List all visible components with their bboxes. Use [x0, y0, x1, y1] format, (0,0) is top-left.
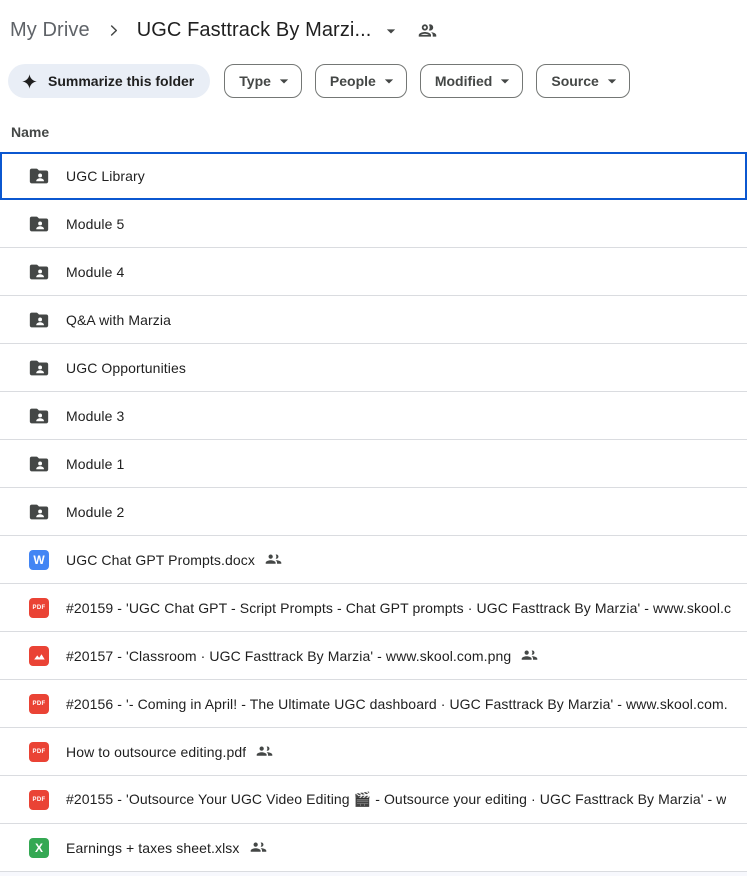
file-name: #20155 - 'Outsource Your UGC Video Editi…: [66, 791, 726, 808]
filter-chip-label: Type: [239, 73, 271, 89]
file-name: UGC Chat GPT Prompts.docx: [66, 552, 255, 568]
caret-down-icon: [379, 71, 399, 91]
shared-people-outline-icon[interactable]: [417, 20, 438, 41]
filter-chip-label: Modified: [435, 73, 493, 89]
file-row[interactable]: PDF #20156 - '- Coming in April! - The U…: [0, 680, 747, 728]
next-row-hover-strip: [0, 872, 747, 876]
summarize-folder-label: Summarize this folder: [48, 73, 194, 89]
file-name: UGC Opportunities: [66, 360, 186, 376]
filter-chip-type[interactable]: Type: [224, 64, 302, 98]
filter-chips: Type People Modified Source: [221, 64, 630, 98]
filter-chip-source[interactable]: Source: [536, 64, 629, 98]
shared-folder-icon: [28, 501, 50, 523]
caret-down-icon: [602, 71, 622, 91]
file-row[interactable]: X Earnings + taxes sheet.xlsx: [0, 824, 747, 872]
file-row[interactable]: PDF #20159 - 'UGC Chat GPT - Script Prom…: [0, 584, 747, 632]
name-column-header[interactable]: Name: [0, 124, 747, 140]
file-name: #20157 - 'Classroom · UGC Fasttrack By M…: [66, 648, 511, 664]
breadcrumb: My Drive UGC Fasttrack By Marzi...: [0, 0, 747, 48]
filter-chip-people[interactable]: People: [315, 64, 407, 98]
pdf-file-icon: PDF: [28, 741, 50, 763]
file-row[interactable]: Module 2: [0, 488, 747, 536]
shared-people-badge-icon: [521, 647, 538, 664]
caret-down-icon: [495, 71, 515, 91]
pdf-file-icon: PDF: [28, 597, 50, 619]
file-row[interactable]: Q&A with Marzia: [0, 296, 747, 344]
shared-people-badge-icon: [250, 839, 267, 856]
word-file-icon: W: [28, 549, 50, 571]
folder-title-dropdown[interactable]: UGC Fasttrack By Marzi...: [137, 19, 402, 42]
file-name: #20159 - 'UGC Chat GPT - Script Prompts …: [66, 600, 731, 616]
excel-file-icon: X: [28, 837, 50, 859]
image-file-icon: [28, 645, 50, 667]
file-name: Module 3: [66, 408, 124, 424]
shared-people-badge-icon: [265, 551, 282, 568]
file-name: How to outsource editing.pdf: [66, 744, 246, 760]
file-row[interactable]: Module 1: [0, 440, 747, 488]
file-name: Earnings + taxes sheet.xlsx: [66, 840, 240, 856]
filter-chip-label: People: [330, 73, 376, 89]
breadcrumb-my-drive-link[interactable]: My Drive: [10, 19, 90, 42]
file-list: UGC Library Module 5 Module 4 Q&A with M…: [0, 152, 747, 872]
chevron-right-icon: [106, 23, 121, 38]
filter-bar: Summarize this folder Type People Modified…: [0, 64, 747, 98]
caret-down-icon: [274, 71, 294, 91]
shared-folder-icon: [28, 453, 50, 475]
file-row[interactable]: PDF #20155 - 'Outsource Your UGC Video E…: [0, 776, 747, 824]
pdf-file-icon: PDF: [28, 789, 50, 811]
file-row[interactable]: UGC Library: [0, 152, 747, 200]
summarize-folder-button[interactable]: Summarize this folder: [8, 64, 210, 98]
file-row[interactable]: #20157 - 'Classroom · UGC Fasttrack By M…: [0, 632, 747, 680]
shared-folder-icon: [28, 405, 50, 427]
shared-folder-icon: [28, 309, 50, 331]
file-row[interactable]: PDF How to outsource editing.pdf: [0, 728, 747, 776]
file-name: Module 5: [66, 216, 124, 232]
file-row[interactable]: Module 3: [0, 392, 747, 440]
file-row[interactable]: W UGC Chat GPT Prompts.docx: [0, 536, 747, 584]
file-name: Module 1: [66, 456, 124, 472]
file-name: Module 2: [66, 504, 124, 520]
filter-chip-modified[interactable]: Modified: [420, 64, 524, 98]
file-row[interactable]: Module 4: [0, 248, 747, 296]
file-name: Module 4: [66, 264, 124, 280]
file-row[interactable]: UGC Opportunities: [0, 344, 747, 392]
shared-folder-icon: [28, 213, 50, 235]
shared-folder-icon: [28, 165, 50, 187]
folder-title: UGC Fasttrack By Marzi...: [137, 19, 372, 42]
file-name: Q&A with Marzia: [66, 312, 171, 328]
file-name: UGC Library: [66, 168, 145, 184]
shared-people-badge-icon: [256, 743, 273, 760]
filter-chip-label: Source: [551, 73, 598, 89]
pdf-file-icon: PDF: [28, 693, 50, 715]
file-name: #20156 - '- Coming in April! - The Ultim…: [66, 696, 728, 712]
shared-folder-icon: [28, 261, 50, 283]
shared-folder-icon: [28, 357, 50, 379]
file-row[interactable]: Module 5: [0, 200, 747, 248]
sparkle-icon: [21, 73, 38, 90]
caret-down-icon: [381, 21, 401, 41]
